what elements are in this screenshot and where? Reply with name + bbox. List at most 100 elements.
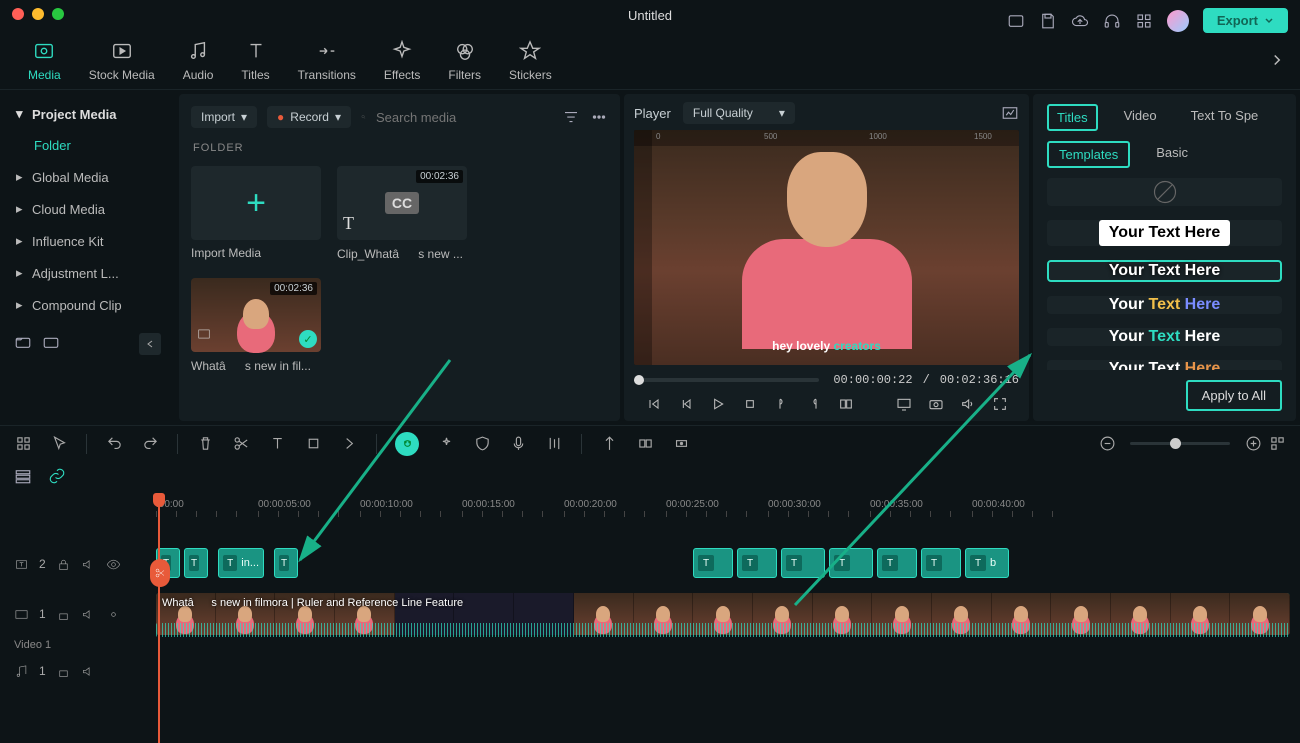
prev-frame-icon[interactable] <box>645 395 663 413</box>
text-track-header[interactable]: 2 <box>0 539 140 589</box>
template-none[interactable] <box>1047 178 1282 206</box>
subtab-basic[interactable]: Basic <box>1146 141 1198 168</box>
media-import-tile[interactable]: + Import Media <box>191 166 321 262</box>
text-clip[interactable]: Tb <box>965 548 1009 578</box>
template-card[interactable]: Your Text Here <box>1047 220 1282 246</box>
keyframe-icon[interactable] <box>672 435 690 453</box>
tab-titles[interactable]: Titles <box>1047 104 1098 131</box>
playback-scrubber[interactable] <box>634 378 819 382</box>
mark-in-icon[interactable] <box>773 395 791 413</box>
tool-transitions[interactable]: Transitions <box>284 38 370 82</box>
cut-handle[interactable] <box>150 559 170 587</box>
sidebar-compound-clip[interactable]: ▸Compound Clip <box>6 289 169 321</box>
tool-media[interactable]: Media <box>14 38 75 82</box>
time-ruler[interactable]: :00:0000:00:05:0000:00:10:0000:00:15:000… <box>140 495 1300 519</box>
delete-icon[interactable] <box>196 435 214 453</box>
template-card[interactable]: Your Text Here <box>1047 296 1282 314</box>
import-dropdown[interactable]: Import▾ <box>191 106 257 128</box>
undo-icon[interactable] <box>105 435 123 453</box>
more-icon[interactable] <box>590 108 608 126</box>
display-icon[interactable] <box>895 395 913 413</box>
maximize-window-icon[interactable] <box>52 8 64 20</box>
user-avatar[interactable] <box>1167 10 1189 32</box>
tool-filters[interactable]: Filters <box>434 38 495 82</box>
fullscreen-icon[interactable] <box>991 395 1009 413</box>
sparkle-icon[interactable] <box>437 435 455 453</box>
search-input[interactable] <box>376 110 552 125</box>
audio-track-header[interactable]: 1 <box>0 651 140 691</box>
sidebar-global-media[interactable]: ▸Global Media <box>6 161 169 193</box>
mark-out-icon[interactable] <box>805 395 823 413</box>
text-clip[interactable]: T <box>737 548 777 578</box>
tool-audio[interactable]: Audio <box>169 38 228 82</box>
template-card[interactable]: Your Text Here <box>1047 328 1282 346</box>
snap-icon[interactable] <box>636 435 654 453</box>
select-tool-icon[interactable] <box>50 435 68 453</box>
mute-icon[interactable] <box>81 607 96 622</box>
text-clip[interactable]: T <box>829 548 873 578</box>
tab-tts[interactable]: Text To Spe <box>1183 104 1267 131</box>
text-icon[interactable] <box>268 435 286 453</box>
export-button[interactable]: Export <box>1203 8 1288 33</box>
subtab-templates[interactable]: Templates <box>1047 141 1130 168</box>
layout-icon[interactable] <box>1007 12 1025 30</box>
text-clip[interactable]: T <box>877 548 917 578</box>
stop-icon[interactable] <box>741 395 759 413</box>
save-icon[interactable] <box>1039 12 1057 30</box>
crop-icon[interactable] <box>304 435 322 453</box>
tab-video[interactable]: Video <box>1116 104 1165 131</box>
apps-grid-icon[interactable] <box>1135 12 1153 30</box>
media-cc-clip[interactable]: 00:02:36 CC T Clip_Whatâs new ... <box>337 166 467 262</box>
lock-icon[interactable] <box>56 664 71 679</box>
template-card[interactable]: Your Text Here <box>1047 360 1282 370</box>
apply-to-all-button[interactable]: Apply to All <box>1186 380 1282 411</box>
tool-stock-media[interactable]: Stock Media <box>75 38 169 82</box>
text-clip[interactable]: T <box>781 548 825 578</box>
mic-icon[interactable] <box>509 435 527 453</box>
step-back-icon[interactable] <box>677 395 695 413</box>
tracks-area[interactable]: :00:0000:00:05:0000:00:10:0000:00:15:000… <box>140 495 1300 743</box>
template-card[interactable]: Your Text Here <box>1047 260 1282 282</box>
cloud-upload-icon[interactable] <box>1071 12 1089 30</box>
media-video-clip[interactable]: 00:02:36 ✓ Whatâs new in fil... <box>191 278 321 374</box>
tool-stickers[interactable]: Stickers <box>495 38 566 82</box>
close-window-icon[interactable] <box>12 8 24 20</box>
new-bin-icon[interactable] <box>42 333 60 351</box>
sidebar-collapse-icon[interactable] <box>139 333 161 355</box>
shield-icon[interactable] <box>473 435 491 453</box>
sidebar-project-media[interactable]: ▾Project Media <box>6 98 169 130</box>
visibility-icon[interactable] <box>106 557 121 572</box>
text-clip[interactable]: T <box>184 548 208 578</box>
sidebar-influence-kit[interactable]: ▸Influence Kit <box>6 225 169 257</box>
text-clip[interactable]: Tin... <box>218 548 264 578</box>
quality-dropdown[interactable]: Full Quality▾ <box>683 102 795 124</box>
new-folder-icon[interactable] <box>14 333 32 351</box>
templates-list[interactable]: Your Text Here Your Text Here Your Text … <box>1033 178 1296 370</box>
sidebar-folder[interactable]: Folder <box>6 130 169 161</box>
zoom-in-icon[interactable] <box>1244 435 1262 453</box>
text-clip[interactable]: T <box>693 548 733 578</box>
play-icon[interactable] <box>709 395 727 413</box>
tool-effects[interactable]: Effects <box>370 38 434 82</box>
preview-viewport[interactable]: 0 500 1000 1500 hey lovely creators <box>634 130 1019 365</box>
sidebar-cloud-media[interactable]: ▸Cloud Media <box>6 193 169 225</box>
volume-icon[interactable] <box>959 395 977 413</box>
playhead[interactable] <box>158 495 160 743</box>
compare-icon[interactable] <box>837 395 855 413</box>
audio-mix-icon[interactable] <box>545 435 563 453</box>
mute-icon[interactable] <box>81 557 96 572</box>
minimize-window-icon[interactable] <box>32 8 44 20</box>
more-tools-icon[interactable] <box>340 435 358 453</box>
split-icon[interactable] <box>232 435 250 453</box>
grid-icon[interactable] <box>14 435 32 453</box>
zoom-slider[interactable] <box>1130 442 1230 445</box>
fit-timeline-icon[interactable] <box>1268 435 1286 453</box>
filter-icon[interactable] <box>562 108 580 126</box>
camera-icon[interactable] <box>927 395 945 413</box>
video-track-row[interactable]: Whatâs new in filmora | Ruler and Refe… <box>140 589 1300 639</box>
marker-icon[interactable] <box>600 435 618 453</box>
chevron-right-icon[interactable] <box>1268 51 1286 69</box>
text-clip[interactable]: T <box>274 548 298 578</box>
audio-track-row[interactable] <box>140 639 1300 679</box>
headphones-icon[interactable] <box>1103 12 1121 30</box>
